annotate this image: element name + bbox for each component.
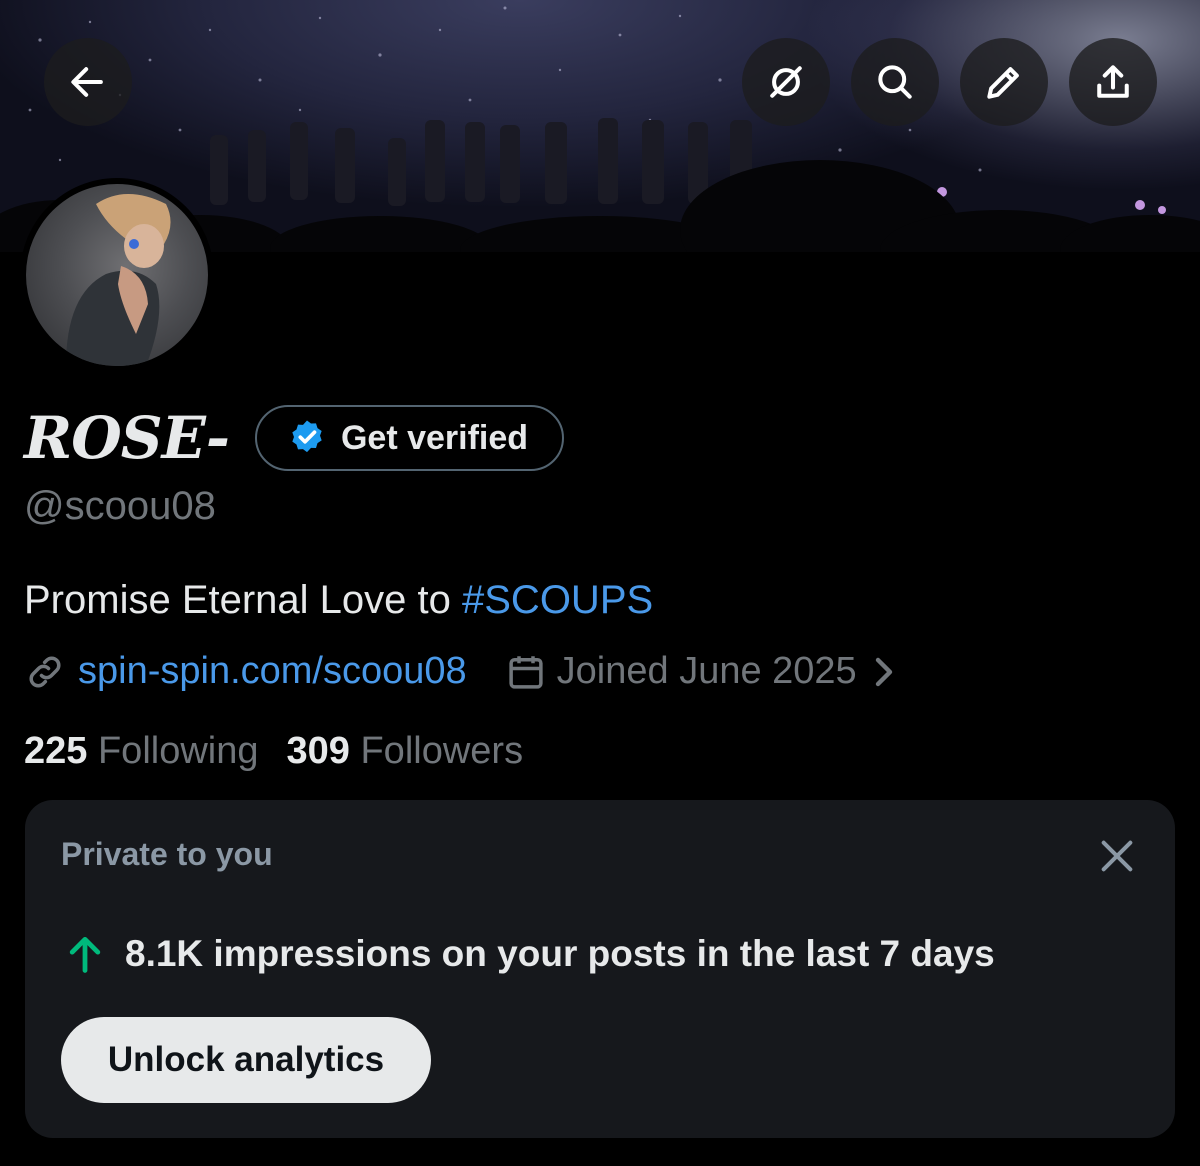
share-button[interactable] bbox=[1069, 38, 1157, 126]
impressions-text: 8.1K impressions on your posts in the la… bbox=[125, 933, 995, 974]
private-label: Private to you bbox=[61, 836, 273, 872]
grok-icon bbox=[770, 66, 802, 98]
following-stat[interactable]: 225 Following bbox=[24, 730, 259, 773]
close-icon[interactable] bbox=[1097, 836, 1137, 876]
analytics-card: Private to you 8.1K impressions on your … bbox=[25, 800, 1175, 1138]
follow-stats: 225 Following 309 Followers bbox=[24, 730, 523, 773]
joined-date[interactable]: Joined June 2025 bbox=[557, 650, 857, 693]
search-button[interactable] bbox=[851, 38, 939, 126]
search-icon bbox=[878, 65, 912, 99]
profile-bio: Promise Eternal Love to #SCOUPS bbox=[24, 578, 653, 623]
unlock-analytics-button[interactable]: Unlock analytics bbox=[61, 1017, 431, 1103]
link-icon bbox=[29, 655, 61, 688]
following-count: 225 bbox=[24, 730, 88, 772]
chevron-right-icon[interactable] bbox=[871, 654, 897, 690]
get-verified-button[interactable]: Get verified bbox=[254, 405, 565, 471]
display-name: ROSE- bbox=[24, 404, 230, 472]
share-icon bbox=[1097, 65, 1129, 98]
bio-hashtag-link[interactable]: #SCOUPS bbox=[462, 578, 653, 622]
impressions-row: 8.1K impressions on your posts in the la… bbox=[65, 932, 995, 976]
calendar-icon bbox=[509, 655, 543, 689]
followers-label: Followers bbox=[360, 730, 524, 772]
profile-meta: spin-spin.com/scoou08 Joined June 2025 bbox=[24, 650, 897, 693]
back-button[interactable] bbox=[44, 38, 132, 126]
avatar-image bbox=[26, 184, 208, 366]
profile-website-link[interactable]: spin-spin.com/scoou08 bbox=[78, 650, 467, 693]
edit-icon bbox=[987, 67, 1019, 99]
bio-text: Promise Eternal Love to bbox=[24, 578, 462, 622]
profile-name-row: ROSE- Get verified bbox=[24, 402, 565, 474]
following-label: Following bbox=[97, 730, 259, 772]
arrow-up-icon bbox=[69, 936, 101, 973]
profile-handle: @scoou08 bbox=[24, 484, 216, 528]
arrow-left-icon bbox=[71, 67, 103, 97]
edit-button[interactable] bbox=[960, 38, 1048, 126]
followers-count: 309 bbox=[286, 730, 350, 772]
verified-badge-icon bbox=[292, 420, 322, 453]
grok-button[interactable] bbox=[742, 38, 830, 126]
followers-stat[interactable]: 309 Followers bbox=[287, 730, 524, 773]
get-verified-label: Get verified bbox=[340, 418, 529, 457]
profile-avatar[interactable] bbox=[20, 178, 214, 372]
